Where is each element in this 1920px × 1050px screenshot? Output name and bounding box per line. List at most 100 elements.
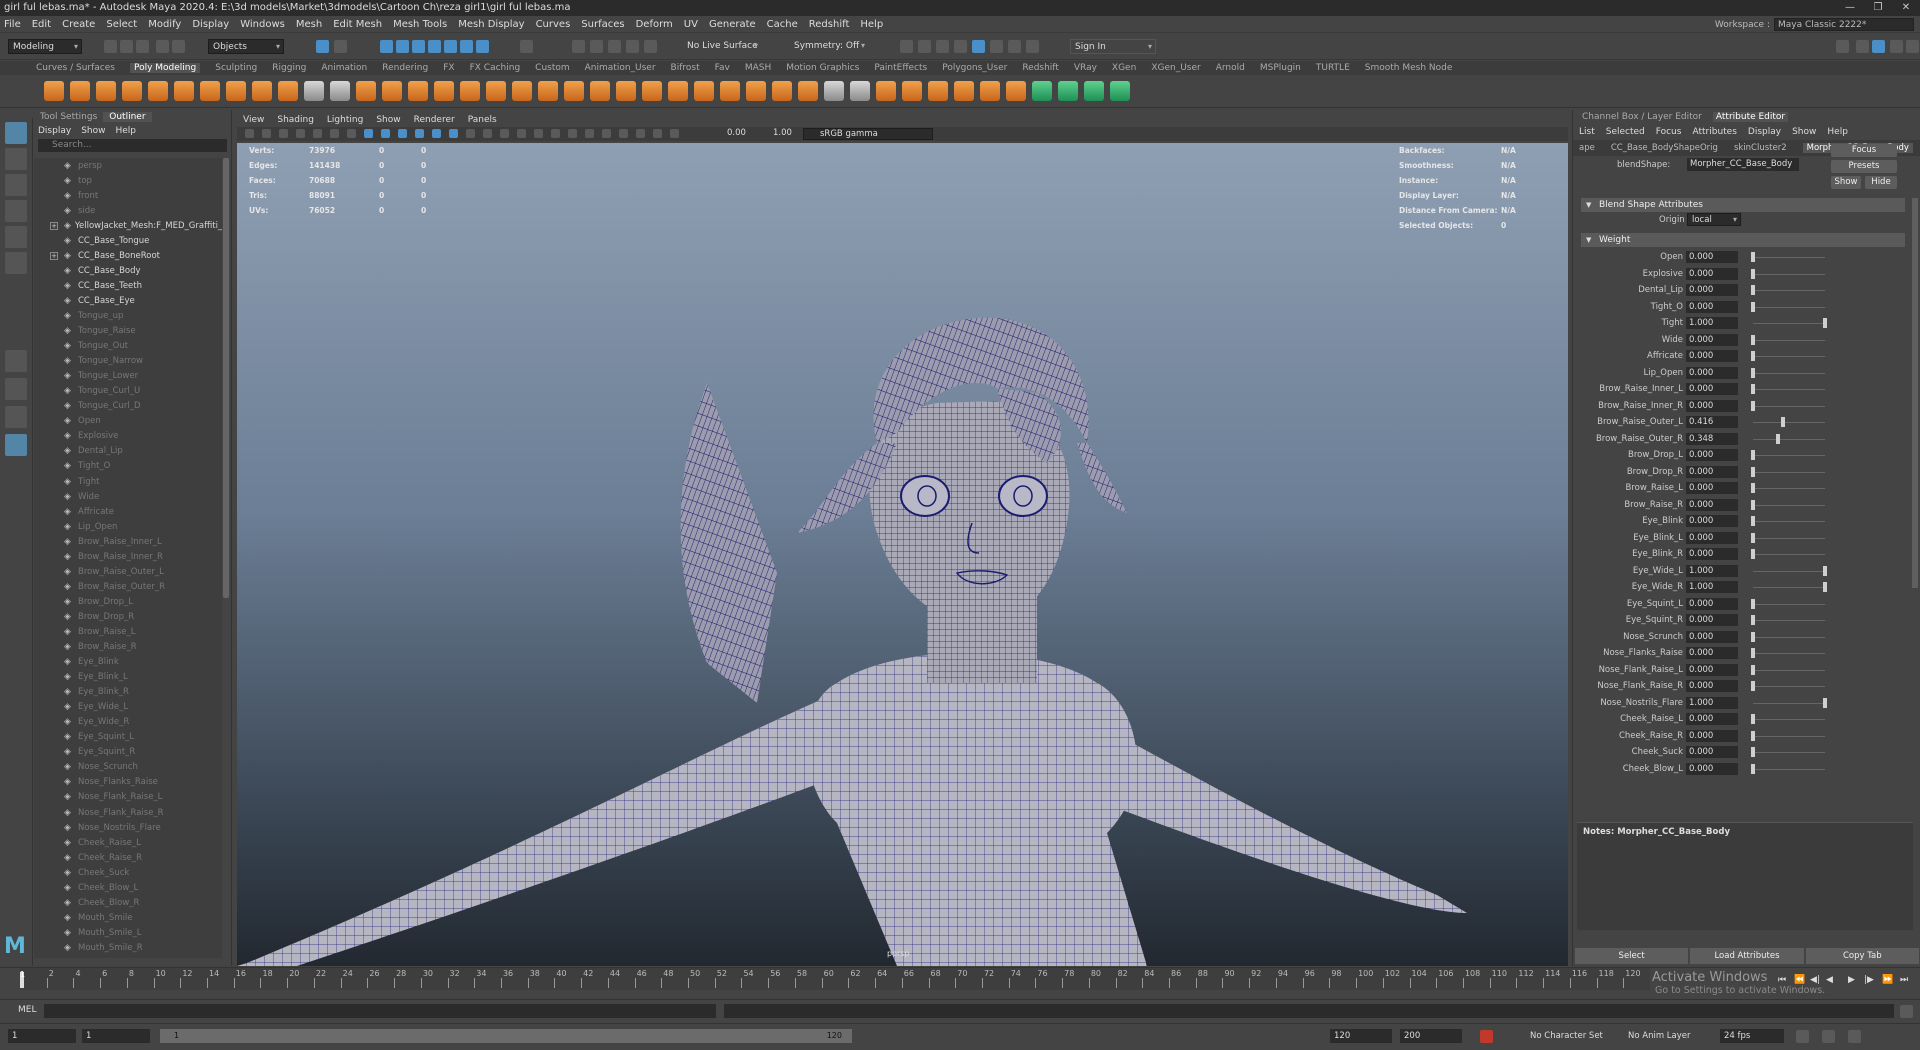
weight-slider-handle[interactable] — [1751, 483, 1755, 493]
menu-cache[interactable]: Cache — [767, 19, 798, 30]
outliner-item[interactable]: ◈ Tongue_Curl_U — [34, 384, 222, 399]
shelf-tab-curves-surfaces[interactable]: Curves / Surfaces — [36, 63, 115, 73]
viewport-menu-view[interactable]: View — [243, 115, 264, 125]
grab-icon[interactable] — [902, 81, 922, 101]
input-ops-icon[interactable] — [608, 40, 621, 53]
weight-slider-handle[interactable] — [1751, 268, 1755, 279]
fill-hole-icon[interactable] — [590, 81, 610, 101]
maximize-icon[interactable]: ❐ — [1864, 0, 1892, 16]
viewport-tool-icon[interactable] — [500, 129, 509, 138]
menu-create[interactable]: Create — [62, 19, 95, 30]
weight-slider-handle[interactable] — [1751, 351, 1755, 361]
render-setup-icon[interactable] — [990, 40, 1003, 53]
anim-layer-dropdown[interactable]: No Anim Layer — [1624, 1029, 1708, 1043]
sound-icon[interactable] — [1822, 1030, 1835, 1043]
weight-value-field[interactable]: 0.000 — [1686, 251, 1738, 263]
outliner-item[interactable]: ◈ CC_Base_Tongue — [34, 233, 222, 248]
shelf-tab-motion-graphics[interactable]: Motion Graphics — [786, 63, 859, 73]
menu-edit[interactable]: Edit — [32, 19, 51, 30]
weight-slider-track[interactable] — [1753, 405, 1825, 407]
menu-surfaces[interactable]: Surfaces — [581, 19, 624, 30]
gamma-field[interactable]: 1.00 — [773, 128, 792, 138]
outliner-item[interactable]: ◈ Eye_Blink_R — [34, 685, 222, 700]
weight-slider-handle[interactable] — [1751, 615, 1755, 625]
weight-slider-track[interactable] — [1753, 422, 1825, 423]
anim-prefs-icon[interactable] — [1848, 1030, 1861, 1043]
menu-help[interactable]: Help — [860, 19, 883, 30]
outliner-item[interactable]: ◈ side — [34, 203, 222, 218]
sign-in-button[interactable]: Sign In — [1070, 39, 1156, 54]
bool-union-icon[interactable] — [460, 81, 480, 101]
weight-slider-handle[interactable] — [1751, 747, 1755, 757]
sculpt-icon[interactable] — [850, 81, 870, 101]
weight-slider-handle[interactable] — [1751, 681, 1755, 691]
weight-slider-track[interactable] — [1753, 504, 1825, 506]
scale-tool-icon[interactable] — [5, 252, 27, 274]
select-tool-icon[interactable] — [5, 122, 27, 144]
outliner-item[interactable]: ◈ Tongue_Narrow — [34, 354, 222, 369]
time-ticks[interactable]: 1 2 4 6 8 10 12 14 16 18 20 22 24 26 28 30 32 34 36 38 40 42… — [20, 968, 1650, 990]
weight-value-field[interactable]: 0.000 — [1686, 482, 1738, 494]
weight-slider-track[interactable] — [1753, 323, 1825, 324]
weight-slider-handle[interactable] — [1751, 549, 1755, 559]
origin-dropdown[interactable]: local — [1687, 213, 1741, 226]
outliner-item[interactable]: ◈ Brow_Raise_Inner_R — [34, 549, 222, 564]
step-forward-icon[interactable]: |▶ — [1864, 975, 1874, 985]
make-live-icon[interactable] — [746, 81, 766, 101]
shelf-tab-bifrost[interactable]: Bifrost — [671, 63, 700, 73]
outliner-item[interactable]: ◈ Cheek_Raise_R — [34, 850, 222, 865]
weight-slider-track[interactable] — [1753, 471, 1825, 473]
shelf-tab-xgen-user[interactable]: XGen_User — [1151, 63, 1200, 73]
shelf-tab-arnold[interactable]: Arnold — [1216, 63, 1245, 73]
svg-icon[interactable] — [304, 81, 324, 101]
weight-slider-handle[interactable] — [1823, 697, 1827, 708]
outliner-item[interactable]: ◈ Eye_Squint_L — [34, 730, 222, 745]
outliner-item[interactable]: ◈ Nose_Nostrils_Flare — [34, 820, 222, 835]
viewport-tool-icon[interactable] — [415, 129, 424, 138]
viewport-tool-icon[interactable] — [313, 129, 322, 138]
weight-slider-track[interactable] — [1753, 537, 1825, 539]
render-view-icon[interactable] — [918, 40, 931, 53]
multi-cut-icon[interactable] — [642, 81, 662, 101]
weight-value-field[interactable]: 0.000 — [1686, 614, 1738, 626]
outliner-item[interactable]: ◈ CC_Base_Eye — [34, 293, 222, 308]
weight-value-field[interactable]: 1.000 — [1686, 581, 1738, 593]
weight-value-field[interactable]: 0.000 — [1686, 663, 1738, 676]
menu-mesh-display[interactable]: Mesh Display — [458, 19, 524, 30]
blend-shape-attributes-section[interactable]: Blend Shape Attributes — [1581, 198, 1905, 212]
attribute-editor-toggle-icon[interactable] — [1872, 40, 1885, 53]
pyramid-icon[interactable] — [252, 81, 272, 101]
weight-slider-track[interactable] — [1753, 570, 1825, 572]
weight-slider-handle[interactable] — [1751, 714, 1755, 724]
step-back-key-icon[interactable]: ⏪ — [1794, 975, 1805, 985]
color-space-dropdown[interactable]: sRGB gamma — [803, 128, 933, 140]
menu-file[interactable]: File — [4, 19, 21, 30]
weight-slider-handle[interactable] — [1751, 598, 1755, 609]
outliner-item[interactable]: ◈ Eye_Blink_L — [34, 670, 222, 685]
weight-slider-handle[interactable] — [1823, 582, 1827, 592]
time-slider[interactable]: 1 2 4 6 8 10 12 14 16 18 20 22 24 26 28 30 32 34 36 38 40 42… — [0, 967, 1920, 997]
unfold-icon[interactable] — [1006, 81, 1026, 101]
weight-section[interactable]: Weight — [1581, 233, 1905, 247]
hide-button[interactable]: Hide — [1865, 176, 1897, 189]
outliner-item[interactable]: ◈ CC_Base_Body — [34, 263, 222, 278]
weight-slider-handle[interactable] — [1823, 318, 1827, 328]
weight-slider-handle[interactable] — [1751, 516, 1755, 526]
move-tool-icon[interactable] — [5, 200, 27, 222]
weight-slider-track[interactable] — [1753, 686, 1825, 687]
viewport-tool-icon[interactable] — [262, 129, 271, 138]
viewport-tool-icon[interactable] — [245, 129, 254, 138]
weight-value-field[interactable]: 0.000 — [1686, 680, 1738, 692]
outliner-menu-display[interactable]: Display — [38, 126, 71, 136]
weight-slider-track[interactable] — [1753, 719, 1825, 720]
menu-uv[interactable]: UV — [684, 19, 698, 30]
render-settings-icon[interactable] — [954, 40, 967, 53]
menu-mesh[interactable]: Mesh — [296, 19, 322, 30]
history-icon[interactable] — [572, 40, 585, 53]
fps-dropdown[interactable]: 24 fps — [1720, 1029, 1784, 1043]
snap-surface-icon[interactable] — [444, 40, 457, 53]
script-editor-icon[interactable] — [1900, 1005, 1913, 1018]
viewport-menu-renderer[interactable]: Renderer — [414, 115, 455, 125]
snap-live-icon[interactable] — [476, 40, 489, 53]
viewport-tool-icon[interactable] — [619, 129, 628, 138]
